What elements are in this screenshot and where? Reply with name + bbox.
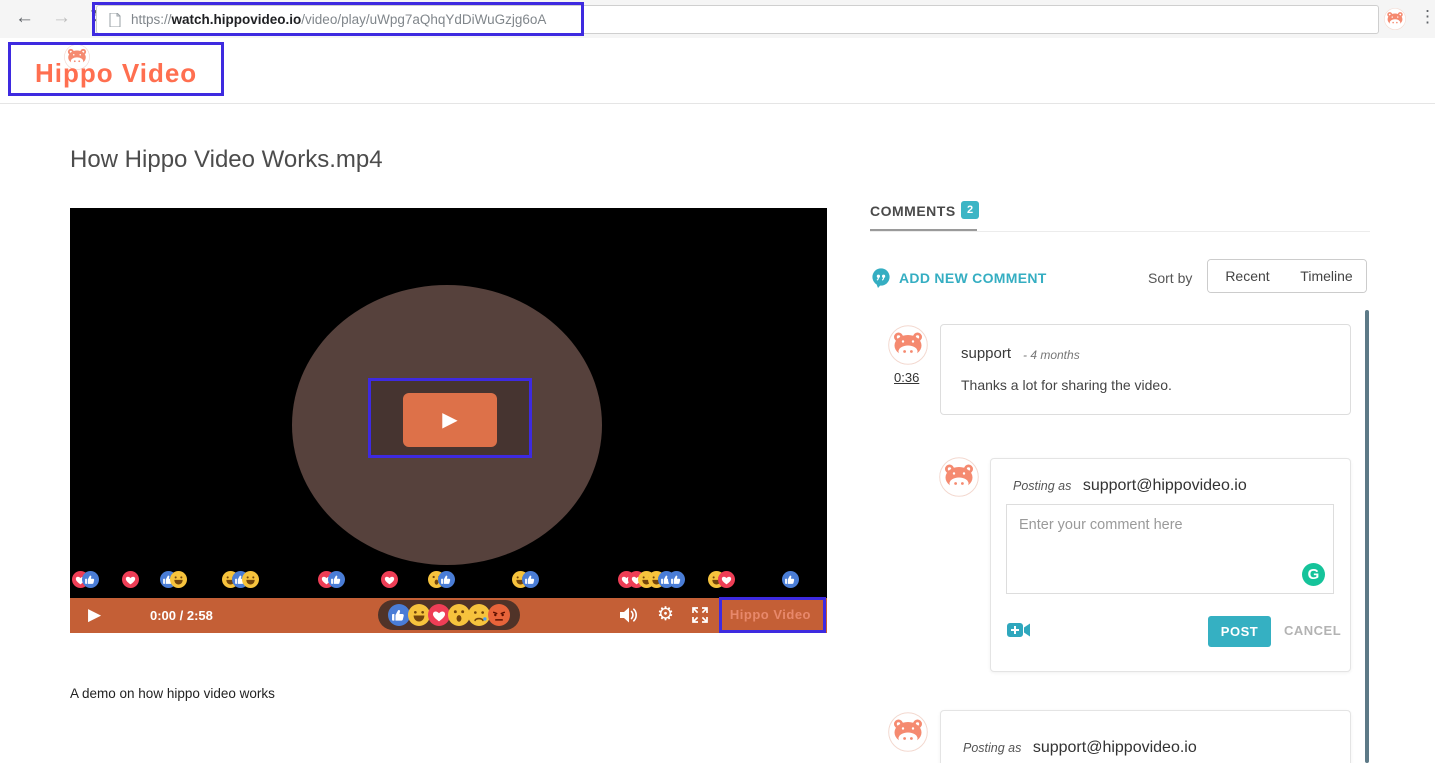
control-play-button[interactable]: ▶ [88,605,101,625]
comments-count-badge: 2 [961,201,979,219]
video-screen[interactable]: ▶ [70,208,827,598]
timeline-reaction-cluster [160,571,187,588]
play-icon: ▶ [442,410,457,430]
player-watermark: Hippo Video [730,607,811,622]
angry-reaction-icon[interactable] [488,604,510,626]
browser-back-icon[interactable]: ← [15,5,34,31]
comment-input-wrap: G [1006,504,1334,594]
timeline-reaction-cluster [782,571,799,588]
reaction-picker [378,600,520,630]
comment-composer-card: Posting as support@hippovideo.io G POST … [990,458,1351,672]
comments-tab-row: COMMENTS 2 [870,200,1370,232]
posting-as-email: support@hippovideo.io [1083,477,1247,494]
comments-scrollbar[interactable] [1365,310,1369,763]
heart-reaction-icon [122,571,139,588]
url-text: https://watch.hippovideo.io/video/play/u… [131,12,546,27]
timeline-reaction-cluster [381,571,398,588]
thumb-reaction-icon [522,571,539,588]
thumb-reaction-icon [438,571,455,588]
settings-gear-icon[interactable]: ⚙ [657,604,674,626]
browser-forward-icon[interactable]: → [52,5,71,31]
volume-icon[interactable] [618,606,640,624]
hippo-video-logo[interactable]: Hippo Video [35,58,197,89]
cancel-button[interactable]: CANCEL [1284,623,1341,638]
comment-text: Thanks a lot for sharing the video. [961,377,1172,393]
timeline-reaction-cluster [512,571,539,588]
add-video-comment-icon[interactable] [1007,622,1031,638]
thumb-reaction-icon [328,571,345,588]
site-header: Hippo Video [0,38,1435,104]
timeline-reaction-cluster [122,571,139,588]
comment-age: - 4 months [1023,348,1080,362]
comments-tab-underline [870,229,977,231]
big-play-button[interactable]: ▶ [403,393,497,447]
thumb-reaction-icon [82,571,99,588]
commenter2-avatar [888,712,928,752]
page-security-icon [109,13,121,27]
composer-footer: POST CANCEL [991,614,1352,650]
heart-reaction-icon [381,571,398,588]
timeline-reaction-cluster [708,571,735,588]
timeline-reaction-cluster [428,571,455,588]
comments-tab[interactable]: COMMENTS [870,203,956,219]
wow-reaction-icon[interactable] [448,604,470,626]
address-bar[interactable]: https://watch.hippovideo.io/video/play/u… [96,5,1379,34]
sort-recent-button[interactable]: Recent [1208,260,1287,292]
composer-avatar [939,457,979,497]
laugh-reaction-icon [170,571,187,588]
timeline-reaction-cluster [72,571,99,588]
time-display: 0:00 / 2:58 [150,608,213,623]
timeline-reaction-cluster [618,571,685,588]
comment-bubble-icon [871,268,891,288]
laugh-reaction-icon[interactable] [408,604,430,626]
comment-timestamp-link[interactable]: 0:36 [894,370,919,385]
comment2-composer-card: Posting as support@hippovideo.io [940,710,1351,763]
sad-reaction-icon[interactable] [468,604,490,626]
browser-toolbar: ← → ↻ https://watch.hippovideo.io/video/… [0,0,1435,38]
sort-toggle-group: Recent Timeline [1207,259,1367,293]
comment-input[interactable] [1007,505,1333,593]
posting-as-row: Posting as support@hippovideo.io [1013,477,1247,495]
comment-card: support - 4 months Thanks a lot for shar… [940,324,1351,415]
browser-menu-icon[interactable]: ⋮ [1419,7,1435,27]
commenter-avatar [888,325,928,365]
video-title: How Hippo Video Works.mp4 [70,146,383,174]
thumb-reaction-icon[interactable] [388,604,410,626]
sort-timeline-button[interactable]: Timeline [1287,260,1366,292]
comments-panel: COMMENTS 2 ADD NEW COMMENT Sort by Recen… [870,200,1370,763]
posting-as-label-2: Posting as [963,741,1021,755]
timeline-reactions-row [70,571,827,591]
laugh-reaction-icon [242,571,259,588]
add-new-comment-button[interactable]: ADD NEW COMMENT [871,268,1047,288]
fullscreen-icon[interactable] [691,606,709,624]
posting-as-row-2: Posting as support@hippovideo.io [963,739,1197,757]
thumb-reaction-icon [782,571,799,588]
sort-by-label: Sort by [1148,270,1192,286]
post-button[interactable]: POST [1208,616,1271,647]
posting-as-email-2: support@hippovideo.io [1033,739,1197,756]
watch-page: ← → ↻ https://watch.hippovideo.io/video/… [0,0,1435,763]
video-control-bar: ▶ 0:00 / 2:58 ⚙ Hippo Video [70,598,827,633]
thumb-reaction-icon [668,571,685,588]
browser-profile-avatar[interactable] [1384,8,1406,30]
heart-reaction-icon[interactable] [428,604,450,626]
heart-reaction-icon [718,571,735,588]
timeline-reaction-cluster [318,571,345,588]
timeline-reaction-cluster [222,571,259,588]
posting-as-label: Posting as [1013,479,1071,493]
grammarly-icon[interactable]: G [1302,563,1325,586]
video-player: ▶ ▶ 0:00 / 2:58 ⚙ Hippo Video [70,208,827,633]
comment-author: support [961,345,1011,362]
video-description: A demo on how hippo video works [70,686,275,701]
